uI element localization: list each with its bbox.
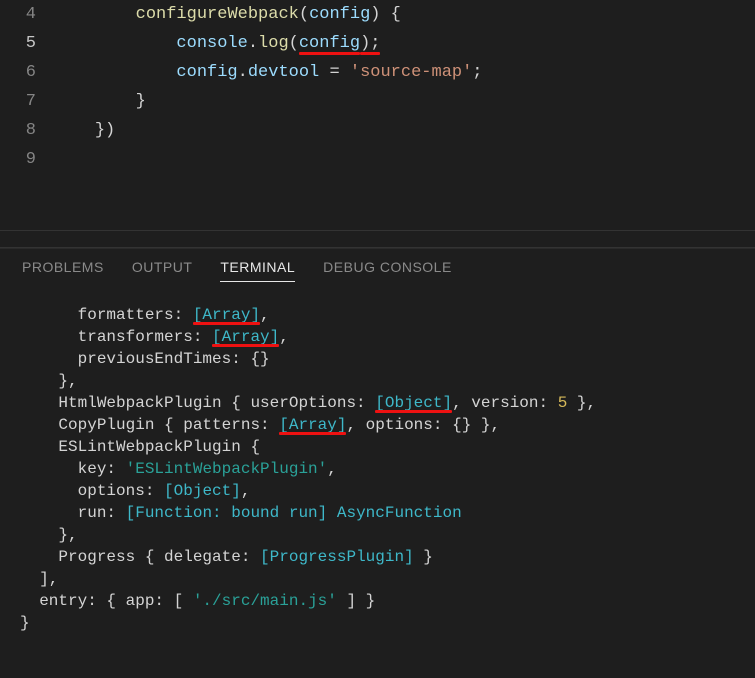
panel-tab-debug-console[interactable]: DEBUG CONSOLE [323, 259, 452, 282]
code-token: ( [299, 5, 309, 24]
terminal-token: ESLintWebpackPlugin { [20, 438, 260, 456]
terminal-token: [Function: bound run] AsyncFunction [126, 504, 462, 522]
line-number: 8 [0, 116, 36, 145]
terminal-token: run: [20, 504, 126, 522]
terminal-token: , [260, 306, 270, 324]
terminal-line: }, [20, 524, 735, 546]
terminal-line: HtmlWebpackPlugin { userOptions: [Object… [20, 392, 735, 414]
code-token: } [136, 92, 146, 111]
terminal-token: transformers: [20, 328, 212, 346]
terminal-token: , [327, 460, 337, 478]
terminal-line: ESLintWebpackPlugin { [20, 436, 735, 458]
code-line[interactable]: }) [54, 116, 755, 145]
terminal-token: , [279, 328, 289, 346]
terminal-token: , [241, 482, 251, 500]
code-line[interactable] [54, 145, 755, 174]
terminal-token: key: [20, 460, 126, 478]
code-token: 'source-map' [350, 63, 472, 82]
terminal-token: } [414, 548, 433, 566]
terminal-token: CopyPlugin { patterns: [20, 416, 279, 434]
terminal-token: formatters: [20, 306, 193, 324]
panel-divider [0, 230, 755, 248]
code-line[interactable]: console.log(config); [54, 29, 755, 58]
panel-tab-problems[interactable]: PROBLEMS [22, 259, 104, 282]
panel-tab-terminal[interactable]: TERMINAL [220, 259, 295, 282]
line-number: 4 [0, 0, 36, 29]
terminal-line: options: [Object], [20, 480, 735, 502]
terminal-token: [Array] [193, 306, 260, 324]
terminal-line: } [20, 612, 735, 634]
code-line[interactable]: configureWebpack(config) { [54, 0, 755, 29]
terminal-output[interactable]: formatters: [Array], transformers: [Arra… [0, 292, 755, 634]
code-token: console [176, 34, 247, 53]
terminal-token: , options: {} }, [346, 416, 500, 434]
line-number: 6 [0, 58, 36, 87]
terminal-token: [ProgressPlugin] [260, 548, 414, 566]
terminal-line: Progress { delegate: [ProgressPlugin] } [20, 546, 735, 568]
terminal-line: transformers: [Array], [20, 326, 735, 348]
terminal-line: run: [Function: bound run] AsyncFunction [20, 502, 735, 524]
code-token: . [238, 63, 248, 82]
code-token: ; [472, 63, 482, 82]
code-token: = [319, 63, 350, 82]
line-number: 5 [0, 29, 36, 58]
terminal-line: ], [20, 568, 735, 590]
code-token: config [309, 5, 370, 24]
terminal-token: ], [20, 570, 58, 588]
code-editor[interactable]: 456789 configureWebpack(config) { consol… [0, 0, 755, 230]
code-line[interactable]: config.devtool = 'source-map'; [54, 58, 755, 87]
code-token: configureWebpack [136, 5, 299, 24]
code-token: . [248, 34, 258, 53]
terminal-token: [Array] [279, 416, 346, 434]
terminal-line: entry: { app: [ './src/main.js' ] } [20, 590, 735, 612]
terminal-token: ] } [337, 592, 375, 610]
terminal-token: './src/main.js' [193, 592, 337, 610]
panel-tabs[interactable]: PROBLEMS OUTPUT TERMINAL DEBUG CONSOLE [0, 248, 755, 292]
terminal-token: [Array] [212, 328, 279, 346]
terminal-line: formatters: [Array], [20, 304, 735, 326]
terminal-token: HtmlWebpackPlugin { userOptions: [20, 394, 375, 412]
terminal-token: } [20, 614, 30, 632]
code-token: devtool [248, 63, 319, 82]
line-number: 7 [0, 87, 36, 116]
terminal-token: 'ESLintWebpackPlugin' [126, 460, 328, 478]
line-number: 9 [0, 145, 36, 174]
code-token: ) { [370, 5, 401, 24]
terminal-token: previousEndTimes: {} [20, 350, 270, 368]
code-body[interactable]: configureWebpack(config) { console.log(c… [54, 0, 755, 230]
terminal-token: }, [567, 394, 596, 412]
terminal-token: [Object] [375, 394, 452, 412]
terminal-line: CopyPlugin { patterns: [Array], options:… [20, 414, 735, 436]
terminal-token: , version: [452, 394, 558, 412]
line-gutter: 456789 [0, 0, 54, 230]
code-line[interactable]: } [54, 87, 755, 116]
code-token: ); [360, 34, 380, 53]
terminal-line: previousEndTimes: {} [20, 348, 735, 370]
terminal-token: [Object] [164, 482, 241, 500]
terminal-line: }, [20, 370, 735, 392]
code-token: ( [289, 34, 299, 53]
code-token: config [299, 34, 360, 53]
code-token: config [176, 63, 237, 82]
terminal-token: }, [20, 372, 78, 390]
code-token: log [258, 34, 289, 53]
terminal-line: key: 'ESLintWebpackPlugin', [20, 458, 735, 480]
terminal-token: Progress { delegate: [20, 548, 260, 566]
terminal-token: }, [20, 526, 78, 544]
terminal-token: entry: { app: [ [20, 592, 193, 610]
panel-tab-output[interactable]: OUTPUT [132, 259, 193, 282]
terminal-token: 5 [558, 394, 568, 412]
code-token: }) [95, 121, 115, 140]
terminal-token: options: [20, 482, 164, 500]
